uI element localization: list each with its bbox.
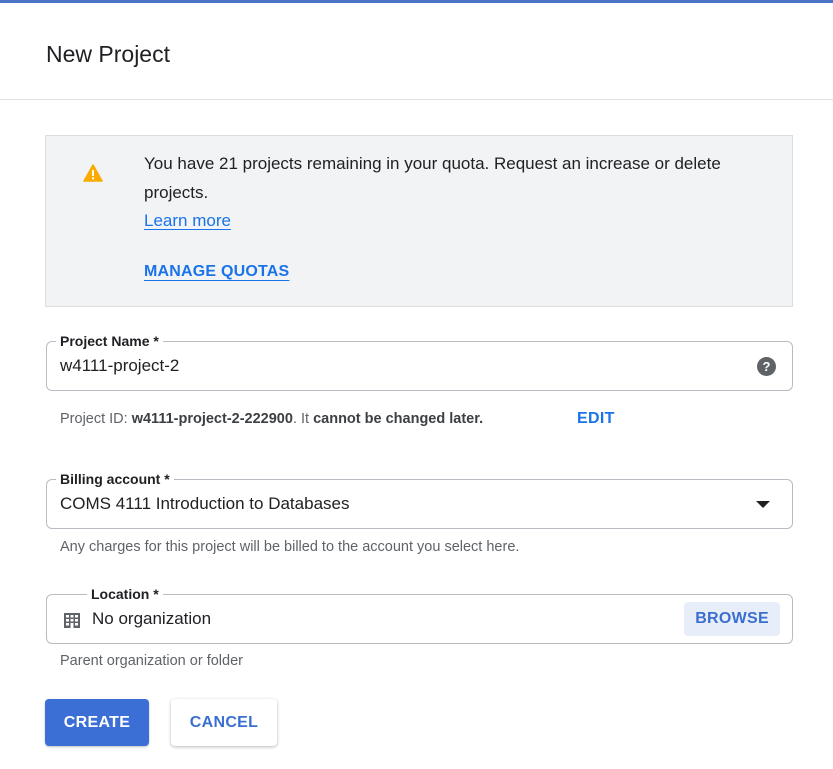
- create-button[interactable]: CREATE: [45, 699, 149, 746]
- dialog-header: New Project: [0, 0, 833, 100]
- building-icon: [64, 613, 80, 628]
- location-helper-text: Parent organization or folder: [60, 653, 243, 669]
- location-value: No organization: [92, 609, 212, 628]
- location-label: Location *: [87, 585, 163, 603]
- project-id-note: cannot be changed later.: [313, 411, 484, 427]
- learn-more-link[interactable]: Learn more: [144, 206, 231, 235]
- edit-project-id-button[interactable]: EDIT: [577, 409, 615, 429]
- billing-helper-text: Any charges for this project will be bil…: [60, 539, 520, 555]
- billing-account-select[interactable]: Billing account * COMS 4111 Introduction…: [46, 470, 793, 529]
- manage-quotas-link[interactable]: MANAGE QUOTAS: [144, 257, 289, 286]
- quota-message: You have 21 projects remaining in your q…: [144, 154, 721, 202]
- project-name-input[interactable]: w4111-project-2: [60, 355, 179, 377]
- new-project-page: New Project You have 21 projects remaini…: [0, 0, 833, 769]
- browse-button[interactable]: BROWSE: [684, 602, 780, 636]
- dropdown-arrow-icon: [756, 501, 770, 508]
- project-id-prefix: Project ID:: [60, 411, 132, 427]
- billing-account-label: Billing account *: [56, 470, 174, 488]
- warning-icon: [83, 164, 103, 182]
- project-name-field[interactable]: Project Name * w4111-project-2 ?: [46, 332, 793, 391]
- project-id-text: Project ID: w4111-project-2-222900. It c…: [60, 409, 483, 429]
- project-name-label: Project Name *: [56, 332, 163, 350]
- location-field[interactable]: Location * No organization BROWSE: [46, 585, 793, 644]
- project-id-separator: . It: [292, 411, 314, 427]
- project-id-value: w4111-project-2-222900: [131, 411, 293, 427]
- help-icon[interactable]: ?: [757, 357, 776, 376]
- cancel-button[interactable]: CANCEL: [171, 699, 277, 746]
- quota-banner: You have 21 projects remaining in your q…: [45, 135, 793, 307]
- page-title: New Project: [46, 41, 170, 67]
- billing-account-value: COMS 4111 Introduction to Databases: [60, 494, 350, 513]
